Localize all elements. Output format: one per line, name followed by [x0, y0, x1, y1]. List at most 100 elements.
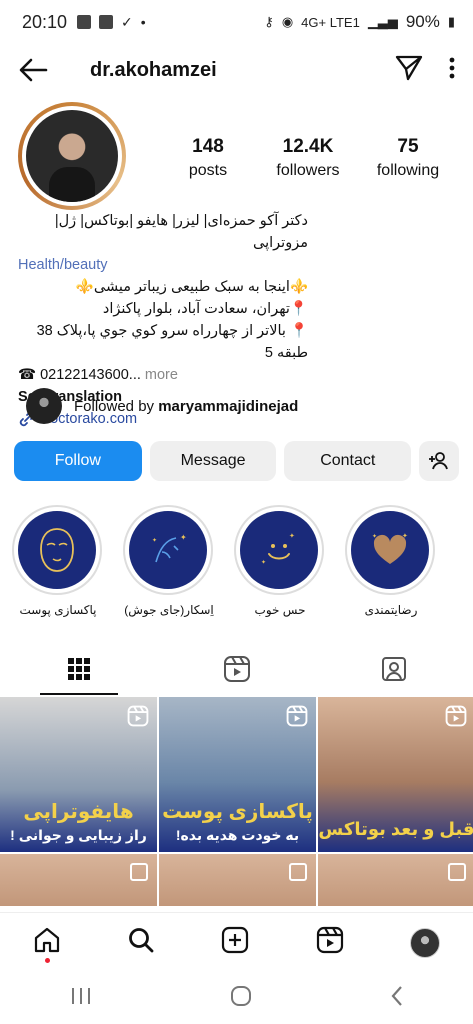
- multi-image-icon: [448, 863, 466, 881]
- svg-text:✦: ✦: [180, 533, 187, 542]
- post-thumbnail[interactable]: [159, 854, 316, 906]
- back-button[interactable]: [18, 52, 54, 88]
- recent-apps-icon: [71, 987, 90, 1004]
- followed-by-user: maryammajidinejad: [158, 397, 299, 415]
- grid-icon: [67, 658, 90, 680]
- tagged-user-icon: [382, 657, 407, 681]
- reel-badge-icon: [127, 705, 149, 727]
- suggest-users-button[interactable]: [419, 441, 460, 481]
- highlight-item[interactable]: ✦ ✦ حس خوب: [234, 505, 326, 617]
- vpn-icon: ✓: [121, 13, 133, 30]
- nav-reels[interactable]: [316, 926, 344, 959]
- following-count[interactable]: 75 following: [358, 136, 458, 180]
- app-notification-icon: [99, 15, 114, 29]
- status-left-icons: ✓ •: [77, 14, 146, 31]
- bio-line-1: ⚜️اینجا به سبک طبیعی زیباتر میشی⚜️: [75, 279, 308, 295]
- stat-label: following: [376, 162, 440, 179]
- stat-number: 148: [192, 136, 224, 157]
- arrow-left-icon: [19, 58, 48, 82]
- profile-avatar[interactable]: [18, 102, 126, 210]
- post-thumbnail[interactable]: [318, 854, 473, 906]
- system-navigation: [0, 972, 473, 1024]
- reels-icon: [223, 656, 250, 682]
- post-thumbnail[interactable]: قبل و بعد بوتاکس: [318, 697, 473, 852]
- bio-phone: ☎ 02122143600... more: [18, 364, 458, 386]
- tab-posts-grid[interactable]: [0, 643, 158, 695]
- nav-search[interactable]: [127, 926, 155, 959]
- highlight-item[interactable]: ✦ ✦ رضایتمندی: [345, 505, 437, 617]
- battery-text: 90%: [405, 12, 440, 31]
- bottom-navigation: [0, 912, 473, 972]
- more-options-button[interactable]: [449, 57, 455, 84]
- more-dot-icon: •: [140, 14, 146, 30]
- hotspot-icon: ◉: [281, 14, 294, 29]
- story-highlights: پاکسازی پوست ✦ ✦ اِسکار(جای جوش) ✦ ✦ حس خو…: [12, 505, 472, 617]
- status-time: 20:10: [22, 11, 68, 32]
- stat-number: 12.4K: [282, 136, 334, 157]
- post-thumbnail[interactable]: پاکسازی پوست به خودت هدیه بده!: [159, 697, 316, 852]
- post-title: قبل و بعد بوتاکس: [318, 819, 473, 839]
- face-mask-icon: [40, 528, 74, 572]
- own-avatar: [409, 927, 440, 958]
- highlight-item[interactable]: پاکسازی پوست: [12, 505, 104, 617]
- follower-avatar: [26, 388, 62, 424]
- system-back-button[interactable]: [389, 985, 405, 1012]
- followed-by[interactable]: Followed by maryammajidinejad: [26, 388, 298, 424]
- chevron-left-icon: [391, 985, 402, 1006]
- recent-apps-button[interactable]: [69, 986, 93, 1011]
- svg-text:✦: ✦: [402, 532, 408, 540]
- highlight-label: پاکسازی پوست: [19, 603, 97, 617]
- paper-plane-icon: [395, 55, 423, 80]
- stat-number: 75: [397, 136, 419, 157]
- svg-text:✦: ✦: [289, 532, 295, 540]
- post-thumbnail[interactable]: هایفوتراپی راز زیبایی و جوانی !: [0, 697, 157, 852]
- profile-tabs: [0, 643, 473, 695]
- header-username: dr.akohamzei: [90, 58, 217, 81]
- smiley-icon: ✦✦: [261, 532, 295, 566]
- message-button[interactable]: Message: [149, 441, 277, 481]
- reel-badge-icon: [286, 705, 308, 727]
- highlight-label: حس خوب: [254, 603, 306, 617]
- reel-badge-icon: [445, 705, 467, 727]
- post-title: پاکسازی پوست: [162, 801, 313, 823]
- tab-reels[interactable]: [158, 643, 316, 695]
- battery-icon: ▮: [447, 14, 455, 29]
- heart-icon: ✦✦: [372, 532, 408, 564]
- highlight-label: اِسکار(جای جوش): [124, 603, 214, 617]
- nav-home[interactable]: [33, 926, 61, 963]
- home-icon: [34, 927, 60, 953]
- home-system-button[interactable]: [230, 985, 252, 1012]
- nav-create[interactable]: [221, 926, 249, 959]
- followers-count[interactable]: 12.4K followers: [258, 136, 358, 180]
- multi-image-icon: [289, 863, 307, 881]
- search-icon: [129, 928, 154, 953]
- status-right-icons: ⚷ ◉ 4G+ LTE1 ▁▃▅ 90% ▮: [264, 12, 455, 32]
- bio-line-3: 📍 بالاتر از چهارراه سرو کوي جوي پا،پلاک …: [36, 323, 308, 361]
- add-user-icon: [429, 452, 448, 470]
- posts-grid: هایفوتراپی راز زیبایی و جوانی ! پاکسازی …: [0, 697, 473, 906]
- profile-summary: 148 posts 12.4K followers 75 following: [18, 102, 458, 212]
- nav-profile[interactable]: [409, 927, 440, 958]
- direct-message-button[interactable]: [395, 55, 423, 86]
- bio-more-link[interactable]: more: [145, 364, 178, 386]
- network-label: 4G+ LTE1: [301, 14, 360, 30]
- stat-label: followers: [276, 162, 340, 179]
- bio-category: Health/beauty: [18, 257, 108, 273]
- followed-by-prefix: Followed by: [74, 397, 155, 415]
- svg-text:✦: ✦: [152, 537, 157, 544]
- tab-tagged[interactable]: [315, 643, 473, 695]
- multi-image-icon: [130, 863, 148, 881]
- highlight-item[interactable]: ✦ ✦ اِسکار(جای جوش): [123, 505, 215, 617]
- profile-header: dr.akohamzei: [0, 44, 473, 96]
- post-thumbnail[interactable]: [0, 854, 157, 906]
- plus-square-icon: [222, 926, 249, 954]
- notification-dot: [45, 958, 51, 963]
- bio-name: دکتر آکو حمزه‌ای| لیزر| هایفو |بوتاکس| ژ…: [54, 213, 308, 251]
- gallery-icon: [77, 15, 92, 29]
- contact-button[interactable]: Contact: [284, 441, 412, 481]
- post-subtitle: راز زیبایی و جوانی !: [10, 827, 147, 843]
- posts-count[interactable]: 148 posts: [158, 136, 258, 180]
- stat-label: posts: [188, 162, 228, 179]
- face-scar-icon: ✦✦: [152, 533, 187, 563]
- follow-button[interactable]: Follow: [14, 441, 142, 481]
